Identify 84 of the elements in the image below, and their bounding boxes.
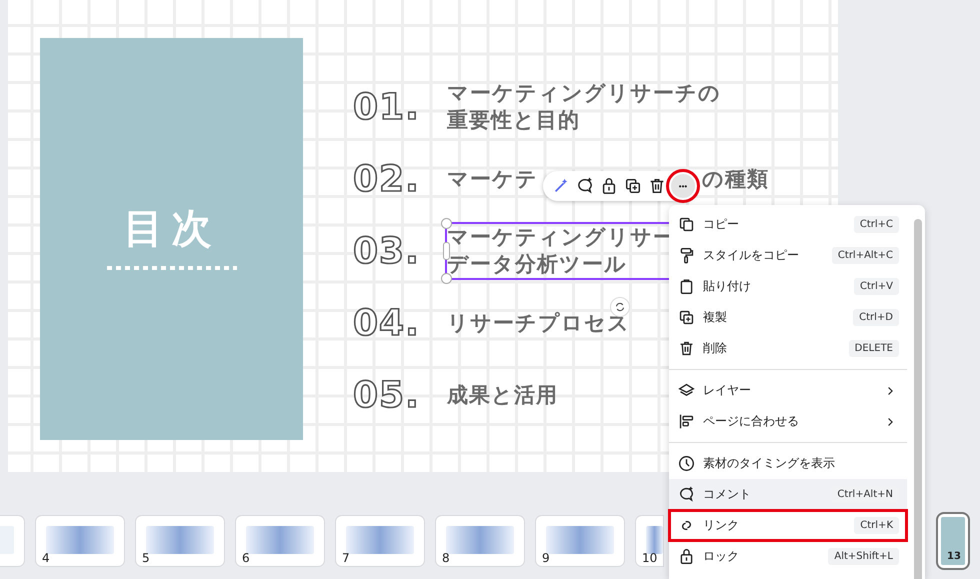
shortcut-badge: Ctrl+C bbox=[854, 216, 899, 233]
page-number: 4 bbox=[42, 551, 50, 565]
slide-preview bbox=[446, 526, 514, 554]
slide-preview bbox=[146, 526, 214, 554]
shortcut-badge: Ctrl+K bbox=[854, 517, 899, 534]
duplicate-icon bbox=[678, 309, 695, 326]
shortcut-badge: Ctrl+V bbox=[854, 278, 899, 295]
slide-preview bbox=[346, 526, 414, 554]
menu-item[interactable]: 素材のタイミングを表示 bbox=[669, 448, 907, 479]
menu-label: コメント bbox=[703, 486, 752, 503]
menu-label: 素材のタイミングを表示 bbox=[703, 455, 836, 472]
menu-label: リンク bbox=[703, 517, 740, 534]
toc-heading: マーケティングリサーチの 重要性と目的 bbox=[447, 80, 721, 134]
scrollbar[interactable] bbox=[914, 219, 922, 579]
slide-preview bbox=[246, 526, 314, 554]
copy-icon bbox=[678, 216, 695, 233]
trash-icon bbox=[648, 177, 666, 195]
layers-icon bbox=[678, 382, 695, 399]
item-number: 05. bbox=[353, 374, 421, 416]
page-number: 10 bbox=[642, 551, 658, 565]
page-number: 5 bbox=[142, 551, 150, 565]
toc-heading: リサーチプロセス bbox=[447, 310, 630, 336]
menu-label: スタイルをコピー bbox=[703, 247, 800, 264]
slide-preview bbox=[646, 526, 663, 554]
slide-thumbnail[interactable]: 7 bbox=[336, 516, 424, 566]
paint-roller-icon bbox=[678, 247, 695, 264]
resize-handle[interactable] bbox=[441, 273, 452, 284]
menu-label: 複製 bbox=[703, 309, 728, 326]
menu-item[interactable]: 削除 DELETE bbox=[669, 333, 907, 364]
item-number: 03. bbox=[353, 230, 421, 272]
comment-plus-icon bbox=[678, 486, 695, 503]
menu-label: ロック bbox=[703, 548, 740, 565]
slide-thumbnail[interactable]: 10 bbox=[636, 516, 663, 566]
slide-thumbnail[interactable]: 5 bbox=[136, 516, 224, 566]
menu-label: 削除 bbox=[703, 340, 728, 357]
item-number: 01. bbox=[353, 86, 421, 128]
item-number: 02. bbox=[353, 158, 421, 200]
slide-thumbnail[interactable]: 13 bbox=[938, 514, 968, 568]
clipboard-icon bbox=[678, 278, 695, 295]
padlock-icon bbox=[678, 548, 695, 565]
shortcut-badge: Ctrl+Alt+C bbox=[832, 247, 899, 264]
menu-item[interactable]: リンク Ctrl+K bbox=[669, 510, 907, 541]
slide-heading: 目次 bbox=[124, 204, 220, 254]
menu-item[interactable]: ページに合わせる bbox=[669, 406, 907, 437]
slide-preview bbox=[46, 526, 114, 554]
menu-label: 貼り付け bbox=[703, 278, 752, 295]
toc-heading: の種類 bbox=[702, 166, 769, 192]
duplicate-icon bbox=[624, 177, 642, 195]
slide-thumbnail[interactable]: 4 bbox=[36, 516, 124, 566]
page-number: 13 bbox=[947, 551, 961, 562]
shortcut-badge: Ctrl+D bbox=[853, 309, 899, 326]
page-number: 7 bbox=[342, 551, 350, 565]
trash-icon bbox=[678, 340, 695, 357]
menu-item[interactable]: ロック Alt+Shift+L bbox=[669, 541, 907, 572]
slide-preview bbox=[941, 517, 965, 565]
more-button[interactable]: ••• bbox=[671, 174, 695, 198]
shortcut-badge: DELETE bbox=[848, 340, 899, 357]
toc-heading: 成果と活用 bbox=[447, 382, 558, 408]
slide-thumbnail[interactable]: 6 bbox=[236, 516, 324, 566]
menu-label: コピー bbox=[703, 216, 740, 233]
slide-thumbnail[interactable]: 8 bbox=[436, 516, 524, 566]
menu-item[interactable]: 貼り付け Ctrl+V bbox=[669, 271, 907, 302]
menu-item[interactable]: 複製 Ctrl+D bbox=[669, 302, 907, 333]
menu-label: ページに合わせる bbox=[703, 413, 800, 430]
comment-plus-icon bbox=[576, 177, 594, 195]
menu-item[interactable]: コピー Ctrl+C bbox=[669, 209, 907, 240]
menu-label: レイヤー bbox=[703, 382, 752, 399]
page-number: 6 bbox=[242, 551, 250, 565]
slide-thumbnail[interactable]: 9 bbox=[536, 516, 624, 566]
slide-preview bbox=[546, 526, 614, 554]
menu-item[interactable]: レイヤー bbox=[669, 375, 907, 406]
menu-item[interactable]: コメント Ctrl+Alt+N bbox=[669, 479, 907, 510]
page-number: 9 bbox=[542, 551, 550, 565]
align-icon bbox=[678, 413, 695, 430]
shortcut-badge: Alt+Shift+L bbox=[828, 548, 899, 565]
menu-item[interactable]: スタイルをコピー Ctrl+Alt+C bbox=[669, 240, 907, 271]
item-number: 04. bbox=[353, 302, 421, 344]
toc-heading: マーケテ bbox=[447, 166, 538, 192]
clock-icon bbox=[678, 455, 695, 472]
resize-handle[interactable] bbox=[441, 218, 452, 229]
magic-pen-icon bbox=[552, 177, 570, 195]
page-number: 8 bbox=[442, 551, 450, 565]
padlock-icon bbox=[600, 177, 618, 195]
rotate-handle[interactable] bbox=[610, 297, 630, 317]
